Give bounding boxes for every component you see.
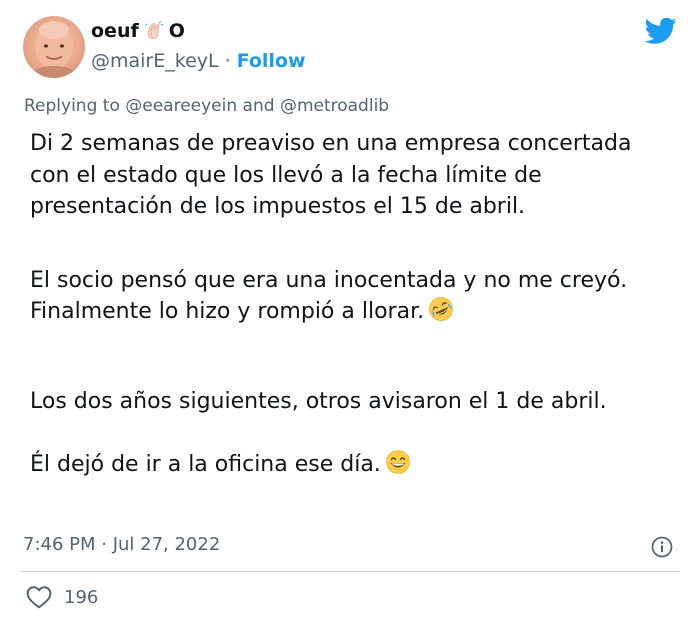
divider [20, 571, 680, 572]
reply-connector: and [242, 96, 275, 116]
paragraph-3: Los dos años siguientes, otros avisaron … [30, 386, 680, 418]
info-icon[interactable] [650, 535, 674, 559]
like-button[interactable]: 196 [26, 585, 98, 609]
text-line: presentación de los impuestos el 15 de a… [30, 194, 526, 219]
paragraph-4: Él dejó de ir a la oficina ese día. [30, 449, 680, 481]
text-line: El socio pensó que era una inocentada y … [30, 267, 628, 293]
reply-prefix: Replying to [24, 96, 120, 116]
clapping-hands-emoji-icon [144, 21, 164, 40]
rolling-on-floor-laughing-emoji-icon [429, 297, 453, 321]
text-line: con el estado que los llevó a la fecha l… [30, 162, 542, 188]
replying-to-line: Replying to @eeareeyein and @metroadlib [24, 96, 389, 116]
handle-row: @mairE_keyL · Follow [91, 50, 306, 72]
grinning-face-emoji-icon [385, 450, 410, 474]
mention-link[interactable]: @eeareeyein [125, 96, 237, 116]
paragraph-2: El socio pensó que era una inocentada y … [30, 265, 680, 328]
display-name-suffix: O [168, 20, 185, 42]
mention-link[interactable]: @metroadlib [280, 96, 389, 116]
avatar-face-icon [32, 21, 76, 78]
twitter-bird-icon[interactable] [645, 17, 677, 45]
text-line: Los dos años siguientes, otros avisaron … [30, 388, 607, 414]
heart-icon [26, 586, 52, 609]
display-name-text: oeuf [91, 20, 139, 42]
text-line: Finalmente lo hizo y rompió a llorar. [30, 299, 425, 324]
avatar[interactable] [23, 16, 85, 78]
follow-button[interactable]: Follow [237, 50, 306, 72]
tweet-card: oeuf O @mairE_keyL · Follow Replying to … [0, 0, 700, 624]
tweet-text: Di 2 semanas de preaviso en una empresa … [30, 128, 680, 481]
handle-separator: · [224, 50, 231, 72]
user-handle[interactable]: @mairE_keyL [91, 50, 219, 72]
like-count: 196 [64, 586, 99, 608]
text-line: Él dejó de ir a la oficina ese día. [30, 452, 381, 477]
tweet-timestamp[interactable]: 7:46 PM · Jul 27, 2022 [23, 534, 220, 555]
display-name[interactable]: oeuf O [91, 20, 185, 42]
paragraph-1: Di 2 semanas de preaviso en una empresa … [30, 128, 680, 223]
text-line: Di 2 semanas de preaviso en una empresa … [30, 131, 632, 156]
